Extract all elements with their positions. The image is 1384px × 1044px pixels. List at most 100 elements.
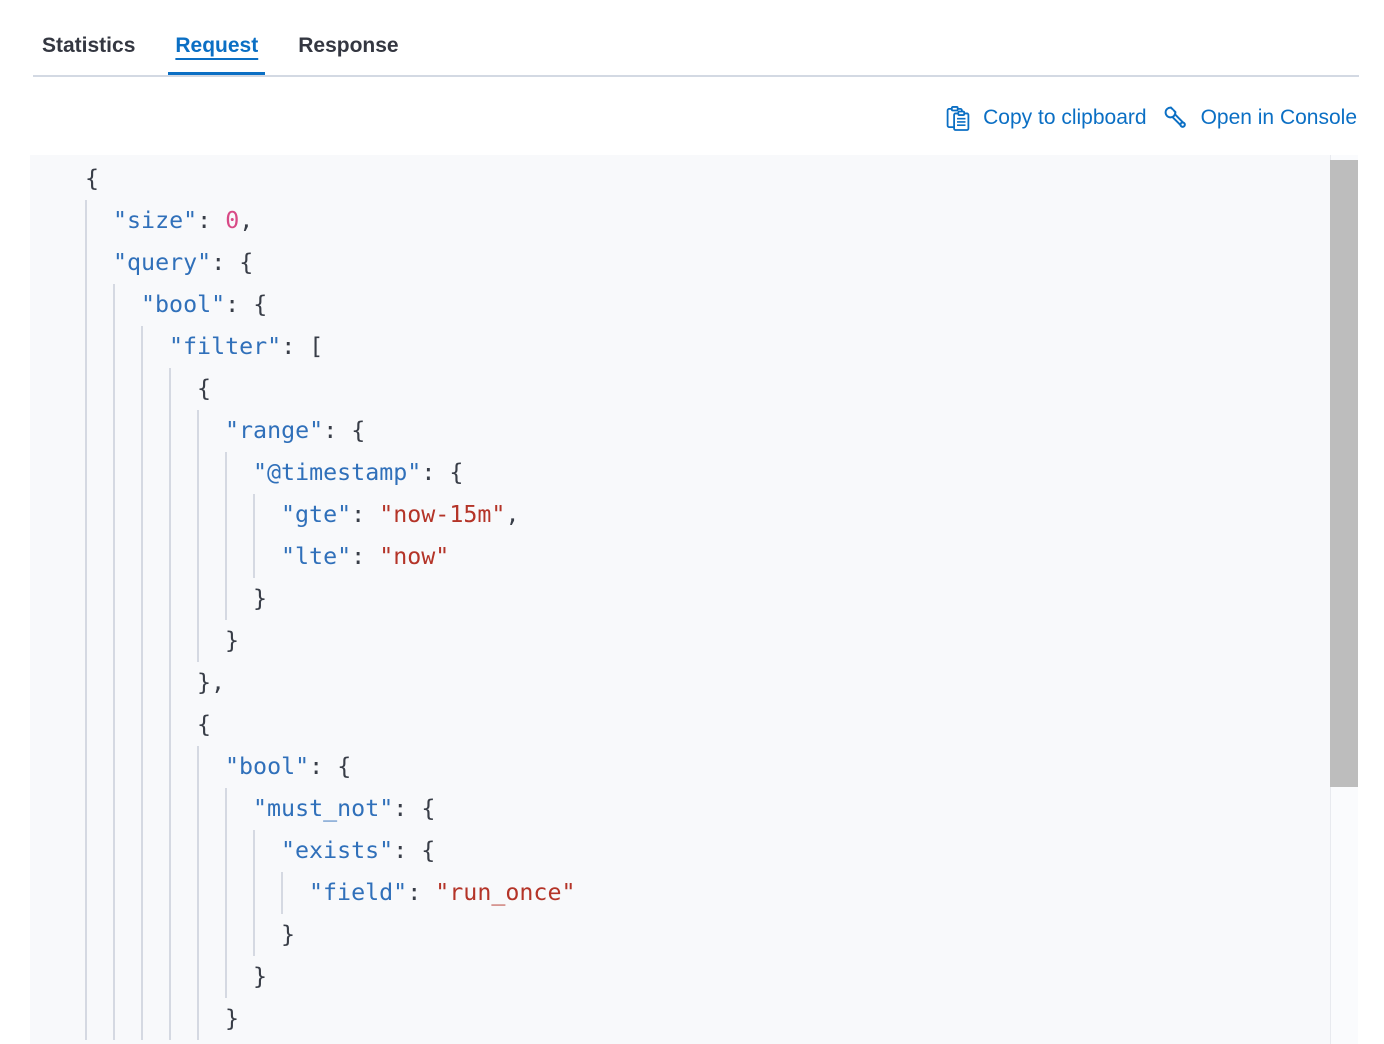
code-line: { (85, 704, 1330, 746)
indent-guide (85, 788, 113, 830)
indent-guide (141, 998, 169, 1040)
indent-guide (85, 914, 113, 956)
code-line: "filter": [ (85, 326, 1330, 368)
tab-request[interactable]: Request (175, 30, 258, 62)
indent-guide (141, 788, 169, 830)
indent-guide (141, 368, 169, 410)
indent-guide (225, 452, 253, 494)
code-line: } (85, 578, 1330, 620)
indent-guide (141, 410, 169, 452)
indent-guide (85, 956, 113, 998)
indent-guide (197, 956, 225, 998)
indent-guide (85, 830, 113, 872)
indent-guide (85, 368, 113, 410)
open-in-console-button[interactable]: Open in Console (1163, 105, 1357, 131)
indent-guide (113, 368, 141, 410)
request-json-code: {"size": 0,"query": {"bool": {"filter": … (30, 158, 1330, 1040)
indent-guide (113, 284, 141, 326)
request-code-editor[interactable]: {"size": 0,"query": {"bool": {"filter": … (30, 155, 1358, 1044)
code-line: } (85, 620, 1330, 662)
indent-guide (113, 872, 141, 914)
indent-guide (169, 704, 197, 746)
indent-guide (85, 284, 113, 326)
code-line: "size": 0, (85, 200, 1330, 242)
code-line: { (85, 368, 1330, 410)
indent-guide (113, 788, 141, 830)
indent-guide (113, 494, 141, 536)
indent-guide (141, 578, 169, 620)
indent-guide (197, 872, 225, 914)
indent-guide (113, 956, 141, 998)
code-line: } (85, 914, 1330, 956)
indent-guide (85, 326, 113, 368)
indent-guide (85, 452, 113, 494)
indent-guide (113, 662, 141, 704)
indent-guide (197, 410, 225, 452)
indent-guide (197, 788, 225, 830)
indent-guide (85, 662, 113, 704)
code-line: "range": { (85, 410, 1330, 452)
indent-guide (225, 536, 253, 578)
indent-guide (141, 662, 169, 704)
indent-guide (225, 830, 253, 872)
code-line: { (85, 158, 1330, 200)
indent-guide (85, 872, 113, 914)
indent-guide (197, 998, 225, 1040)
open-in-console-label: Open in Console (1201, 106, 1357, 130)
indent-guide (113, 326, 141, 368)
indent-guide (85, 494, 113, 536)
indent-guide (225, 956, 253, 998)
indent-guide (197, 536, 225, 578)
indent-guide (141, 914, 169, 956)
indent-guide (225, 578, 253, 620)
code-line: }, (85, 662, 1330, 704)
indent-guide (141, 620, 169, 662)
indent-guide (85, 620, 113, 662)
copy-to-clipboard-label: Copy to clipboard (983, 106, 1146, 130)
indent-guide (141, 704, 169, 746)
wrench-icon (1163, 105, 1189, 131)
indent-guide (169, 578, 197, 620)
indent-guide (85, 536, 113, 578)
indent-guide (141, 956, 169, 998)
copy-clipboard-icon (945, 105, 971, 131)
indent-guide (253, 536, 281, 578)
indent-guide (281, 872, 309, 914)
indent-guide (169, 788, 197, 830)
tab-bar-divider (33, 75, 1359, 77)
indent-guide (253, 914, 281, 956)
indent-guide (169, 368, 197, 410)
indent-guide (253, 872, 281, 914)
indent-guide (169, 956, 197, 998)
indent-guide (169, 536, 197, 578)
indent-guide (141, 830, 169, 872)
indent-guide (253, 494, 281, 536)
indent-guide (169, 998, 197, 1040)
code-line: } (85, 998, 1330, 1040)
indent-guide (85, 704, 113, 746)
indent-guide (169, 914, 197, 956)
code-scrollbar-thumb[interactable] (1330, 160, 1358, 787)
code-line: "gte": "now-15m", (85, 494, 1330, 536)
code-line: "bool": { (85, 284, 1330, 326)
indent-guide (141, 746, 169, 788)
code-line: "bool": { (85, 746, 1330, 788)
indent-guide (169, 662, 197, 704)
indent-guide (113, 578, 141, 620)
indent-guide (85, 746, 113, 788)
indent-guide (225, 788, 253, 830)
tab-response[interactable]: Response (298, 30, 398, 62)
indent-guide (225, 914, 253, 956)
code-line: } (85, 956, 1330, 998)
indent-guide (113, 704, 141, 746)
tab-statistics[interactable]: Statistics (42, 30, 135, 62)
code-line: "@timestamp": { (85, 452, 1330, 494)
copy-to-clipboard-button[interactable]: Copy to clipboard (945, 105, 1146, 131)
indent-guide (113, 620, 141, 662)
indent-guide (113, 410, 141, 452)
indent-guide (85, 410, 113, 452)
inspector-tabs: Statistics Request Response (42, 30, 399, 62)
code-line: "exists": { (85, 830, 1330, 872)
indent-guide (197, 914, 225, 956)
indent-guide (225, 494, 253, 536)
